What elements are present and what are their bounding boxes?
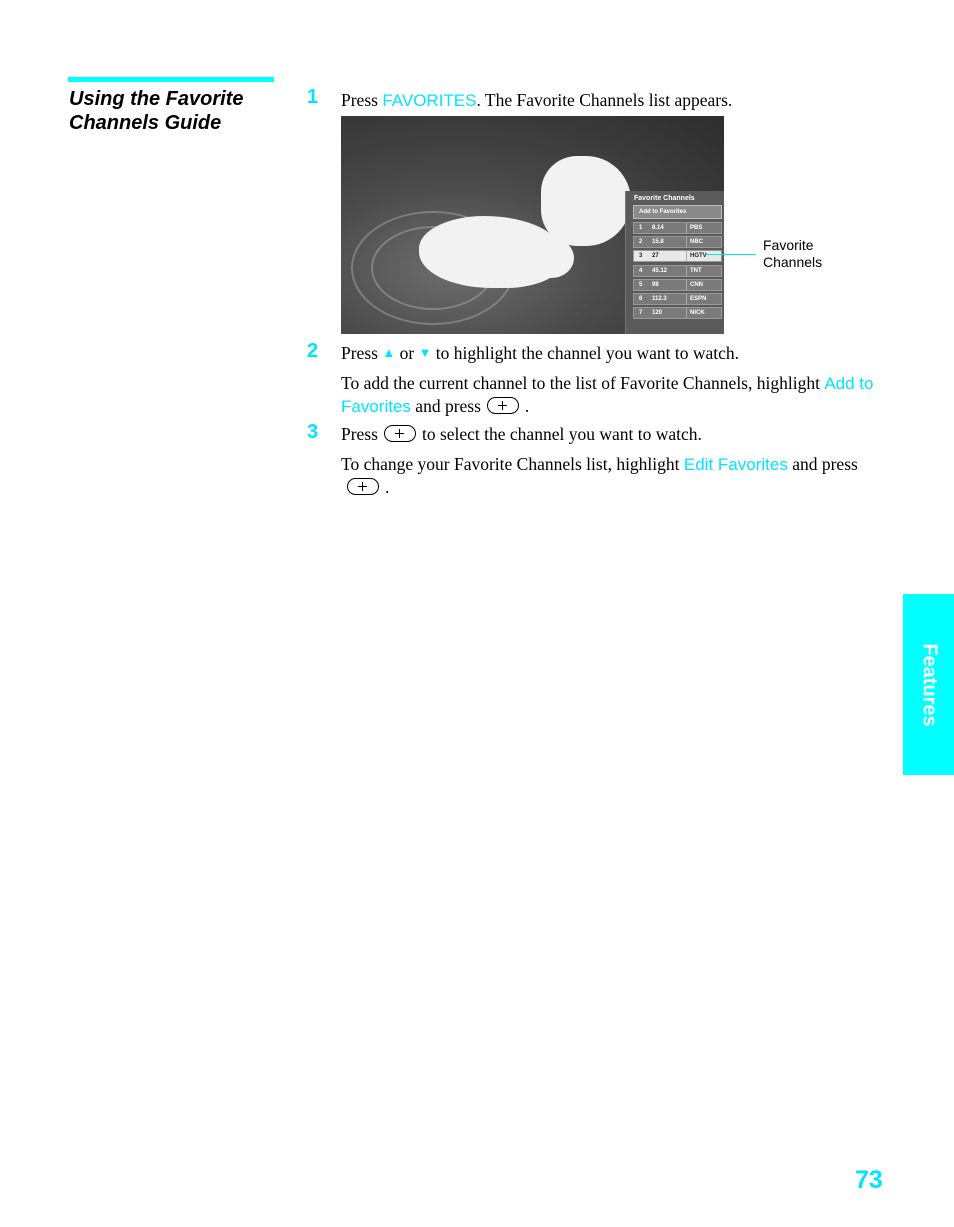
channel-name: NBC — [690, 239, 703, 246]
column-divider — [686, 308, 687, 319]
channel-name: TNT — [690, 267, 702, 274]
column-divider — [686, 237, 687, 248]
callout-label: Favorite Channels — [763, 237, 823, 270]
channel-name: NICK — [690, 310, 705, 317]
features-side-tab: Features — [903, 594, 954, 775]
channel-number: 8.14 — [652, 225, 664, 231]
channel-index: 6 — [639, 296, 643, 302]
channel-name: PBS — [690, 225, 703, 231]
up-arrow-icon: ▲ — [382, 345, 396, 361]
channel-index: 4 — [639, 267, 643, 274]
favorites-button-label: FAVORITES — [382, 91, 477, 110]
channel-index: 5 — [639, 281, 643, 288]
column-divider — [686, 279, 687, 290]
favorite-channels-title: Favorite Channels — [634, 195, 695, 202]
add-to-favorites-button[interactable]: Add to Favorites — [633, 205, 722, 219]
step-number-1: 1 — [307, 86, 319, 108]
step-2-note: To add the current channel to the list o… — [341, 373, 874, 416]
channel-row[interactable]: 7 120 NICK — [633, 307, 722, 320]
section-rule — [68, 77, 274, 82]
channel-index: 1 — [639, 225, 643, 231]
callout-line — [706, 254, 756, 255]
step-number-2: 2 — [307, 340, 319, 362]
step-1-text: Press FAVORITES. The Favorite Channels l… — [341, 90, 733, 110]
channel-row[interactable]: 6 112.3 ESPN — [633, 293, 722, 305]
enter-button-icon — [347, 478, 379, 496]
channel-index: 7 — [639, 310, 643, 317]
column-divider — [686, 223, 687, 233]
channel-number: 98 — [652, 281, 659, 288]
step-2-text: Press ▲ or ▼ to highlight the channel yo… — [341, 343, 740, 363]
channel-row[interactable]: 4 45.12 TNT — [633, 264, 722, 277]
tv-screen-image: Favorite Channels Add to Favorites 1 8.14… — [341, 116, 724, 334]
channel-index: 3 — [639, 253, 643, 260]
column-divider — [686, 251, 687, 262]
step-3-note: To change your Favorite Channels list, h… — [341, 454, 858, 497]
enter-button-icon — [486, 397, 519, 415]
channel-number: 112.3 — [652, 296, 667, 302]
channel-row[interactable]: 5 98 CNN — [633, 278, 722, 291]
channel-row[interactable]: 3 27 HGTV — [633, 250, 722, 263]
column-divider — [686, 265, 687, 276]
enter-button-icon — [383, 425, 416, 443]
channel-row[interactable]: 1 8.14 PBS — [633, 222, 722, 234]
section-title: Using the Favorite Channels Guide — [69, 88, 244, 134]
channel-name: ESPN — [690, 296, 707, 302]
column-divider — [686, 294, 687, 304]
channel-number: 15.8 — [652, 239, 664, 246]
channel-index: 2 — [639, 239, 643, 246]
channel-name: CNN — [690, 281, 703, 288]
favorite-channels-panel: Favorite Channels Add to Favorites 1 8.14… — [625, 191, 724, 334]
channel-number: 120 — [652, 310, 663, 317]
step-3-text: Press to select the channel you want to w… — [341, 424, 702, 444]
channel-number: 45.12 — [652, 267, 668, 274]
edit-favorites-label: Edit Favorites — [683, 455, 788, 474]
channel-row[interactable]: 2 15.8 NBC — [633, 236, 722, 249]
channel-number: 27 — [652, 253, 659, 260]
channel-name: HGTV — [690, 253, 707, 260]
duck-back — [541, 156, 631, 246]
page-number: 73 — [855, 1166, 883, 1194]
step-number-3: 3 — [307, 421, 319, 443]
down-arrow-icon: ▼ — [418, 345, 432, 361]
